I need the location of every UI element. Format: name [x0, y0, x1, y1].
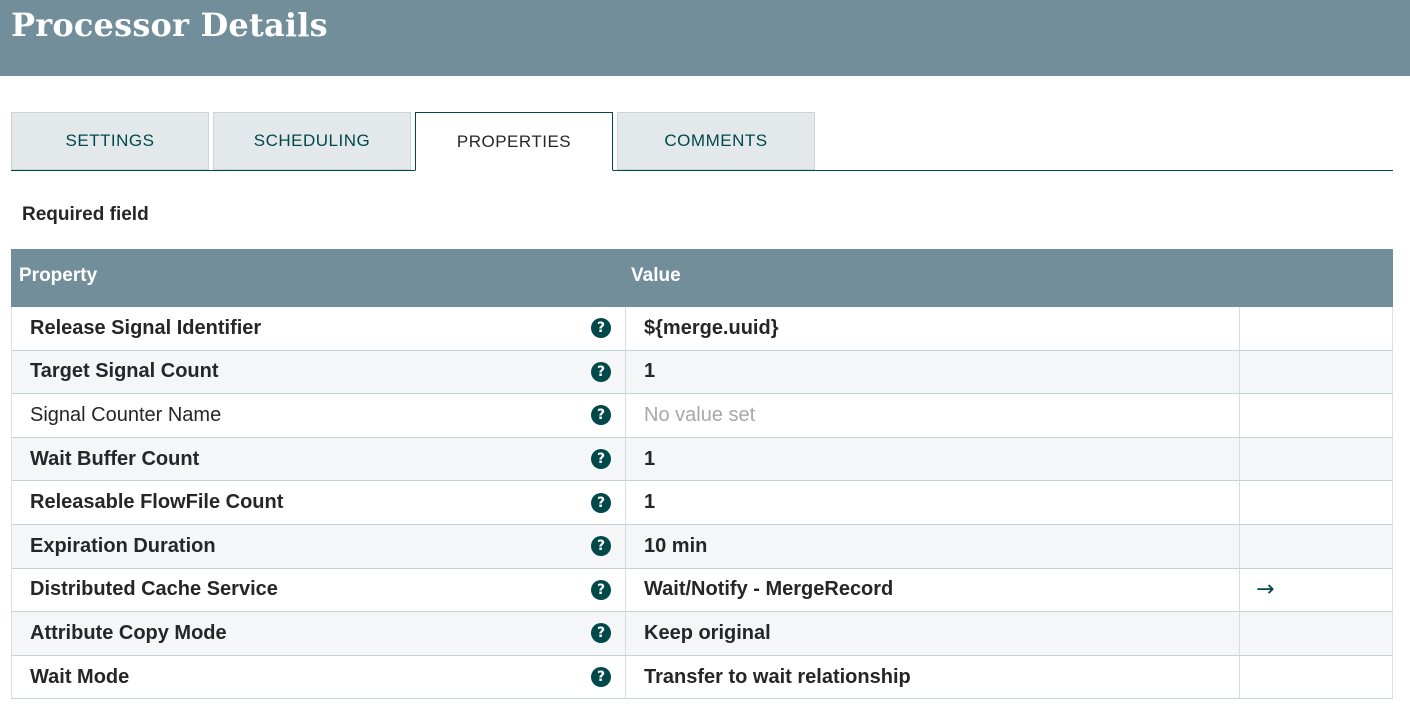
table-row[interactable]: Attribute Copy Mode? Keep original [11, 612, 1393, 656]
column-divider [625, 350, 626, 394]
help-icon[interactable]: ? [591, 361, 611, 382]
column-divider [1239, 481, 1240, 524]
dialog-title: Processor Details [11, 6, 328, 44]
tab-properties[interactable]: PROPERTIES [415, 112, 613, 171]
help-icon[interactable]: ? [591, 405, 611, 426]
dialog-header: Processor Details [0, 0, 1410, 76]
help-icon[interactable]: ? [591, 623, 611, 644]
help-icon[interactable]: ? [591, 579, 611, 600]
table-row[interactable]: Wait Buffer Count? 1 [11, 437, 1393, 482]
column-header-value[interactable]: Value [631, 265, 681, 287]
column-divider [625, 524, 626, 568]
table-body: Release Signal Identifier? ${merge.uuid} T… [11, 307, 1393, 700]
property-name: Wait Mode [30, 665, 130, 688]
property-name: Distributed Cache Service [30, 578, 278, 601]
table-row[interactable]: Release Signal Identifier? ${merge.uuid} [11, 307, 1393, 351]
help-icon[interactable]: ? [591, 536, 611, 557]
column-divider [1239, 568, 1240, 612]
help-icon[interactable]: ? [591, 492, 611, 513]
table-row[interactable]: Wait Mode? Transfer to wait relationship [11, 655, 1393, 700]
column-divider [625, 437, 626, 481]
help-icon[interactable]: ? [591, 449, 611, 470]
table-row[interactable]: Distributed Cache Service? Wait/Notify - … [11, 568, 1393, 613]
property-name: Wait Buffer Count [30, 447, 200, 470]
property-name: Expiration Duration [30, 534, 216, 557]
help-icon[interactable]: ? [591, 667, 611, 688]
table-row[interactable]: Releasable FlowFile Count? 1 [11, 481, 1393, 525]
property-value[interactable]: 1 [644, 438, 655, 481]
property-value[interactable]: ${merge.uuid} [644, 307, 778, 350]
column-divider [1239, 437, 1240, 481]
tab-bar: SETTINGS SCHEDULING PROPERTIES COMMENTS [11, 112, 1393, 171]
table-header: Property Value [11, 249, 1393, 307]
column-divider [1239, 307, 1240, 350]
arrow-right-icon[interactable]: → [1256, 577, 1274, 602]
property-value[interactable]: Wait/Notify - MergeRecord [644, 569, 893, 612]
property-name: Target Signal Count [30, 360, 219, 383]
column-divider [1239, 655, 1240, 699]
table-row[interactable]: Target Signal Count? 1 [11, 350, 1393, 395]
tab-comments[interactable]: COMMENTS [617, 112, 815, 170]
property-name: Attribute Copy Mode [30, 621, 227, 644]
required-field-note: Required field [22, 204, 149, 225]
table-row[interactable]: Signal Counter Name? No value set [11, 394, 1393, 438]
property-value[interactable]: 10 min [644, 525, 707, 568]
column-divider [625, 394, 626, 437]
tab-settings[interactable]: SETTINGS [11, 112, 209, 170]
column-divider [1239, 350, 1240, 394]
column-divider [625, 307, 626, 350]
property-value[interactable]: 1 [644, 351, 655, 394]
property-value[interactable]: Transfer to wait relationship [644, 656, 911, 699]
column-divider [625, 481, 626, 524]
column-divider [1239, 612, 1240, 655]
property-name: Releasable FlowFile Count [30, 491, 284, 514]
column-header-property[interactable]: Property [19, 265, 97, 287]
help-icon[interactable]: ? [591, 318, 611, 339]
property-value[interactable]: No value set [644, 394, 755, 437]
column-divider [1239, 524, 1240, 568]
column-divider [625, 568, 626, 612]
table-row[interactable]: Expiration Duration? 10 min [11, 524, 1393, 569]
property-value[interactable]: 1 [644, 481, 655, 524]
column-divider [625, 655, 626, 699]
property-value[interactable]: Keep original [644, 612, 771, 655]
property-name: Release Signal Identifier [30, 316, 262, 339]
column-divider [625, 612, 626, 655]
column-divider [1239, 394, 1240, 437]
properties-table: Property Value Release Signal Identifier… [11, 249, 1393, 700]
tab-scheduling[interactable]: SCHEDULING [213, 112, 411, 170]
property-name: Signal Counter Name [30, 403, 222, 426]
